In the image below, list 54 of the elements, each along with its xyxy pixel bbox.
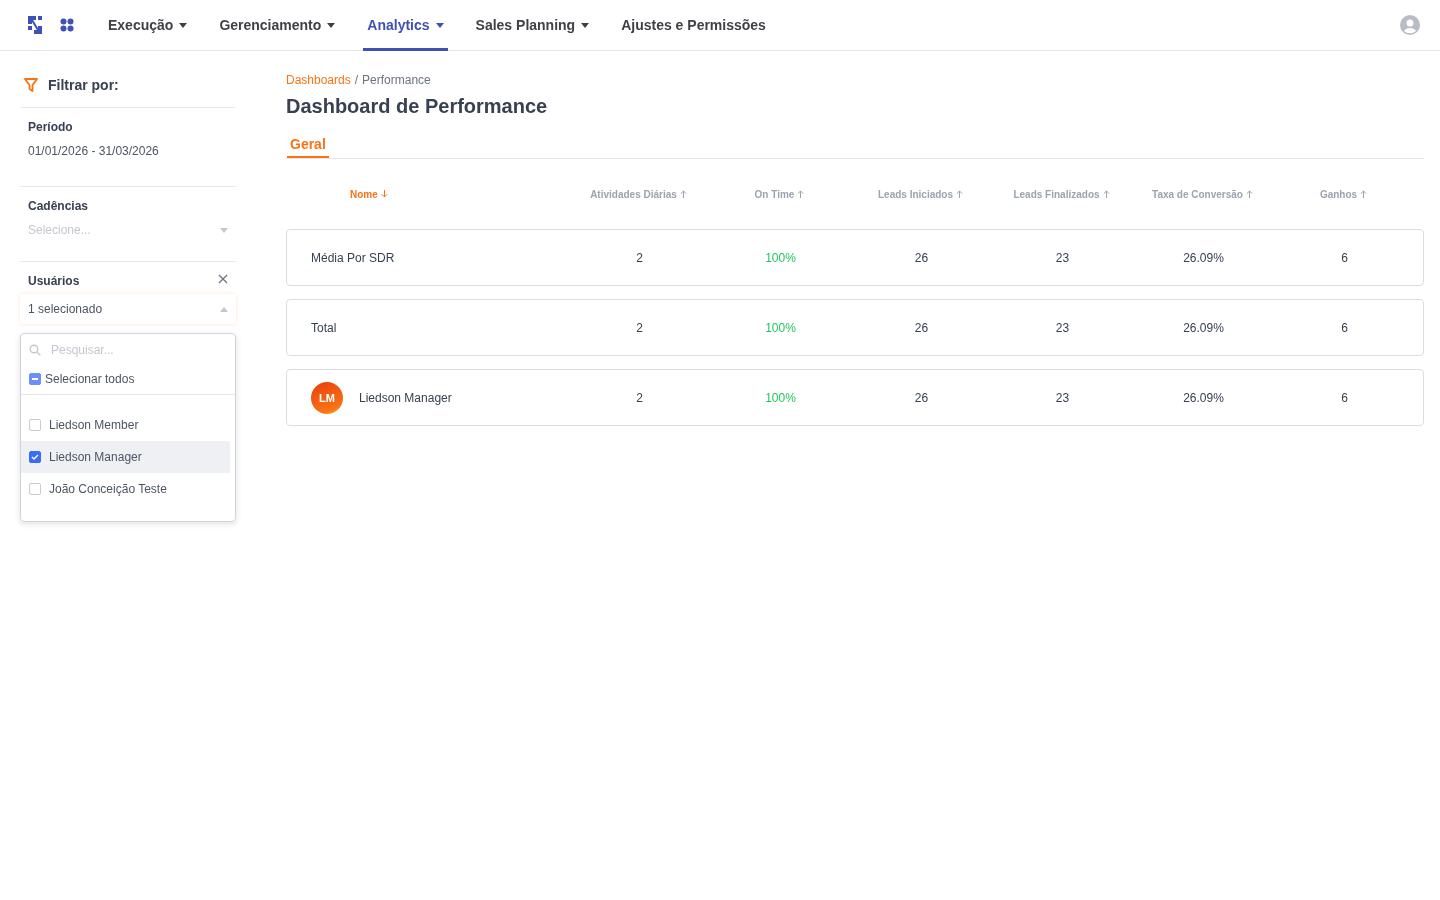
filter-icon <box>24 78 38 92</box>
checkbox[interactable] <box>29 419 41 431</box>
search-icon <box>29 344 41 356</box>
table-cell-text: 6 <box>1340 250 1349 265</box>
table-cell-text: 23 <box>1054 320 1071 335</box>
table-cell-text: 100% <box>764 320 797 335</box>
table-cell-text: 23 <box>1054 390 1071 405</box>
checkbox[interactable] <box>29 483 41 495</box>
table-cell-text: 2 <box>635 320 644 335</box>
table-cell-text: 100% <box>764 390 797 405</box>
nav-menu-item[interactable]: Ajustes e Permissões <box>617 0 770 51</box>
date-range-field[interactable]: 01/01/2026 - 31/03/2026 <box>28 144 228 172</box>
nav-menu-item[interactable]: Execução <box>104 0 192 51</box>
filter-label: Período <box>28 120 74 134</box>
table-cell-text: 26.09% <box>1182 250 1225 265</box>
filter-label: Usuários <box>28 274 80 288</box>
user-avatar-icon <box>1400 15 1420 35</box>
filter-title: Filtrar por: <box>48 77 119 93</box>
checkbox[interactable] <box>29 451 41 463</box>
checkbox[interactable] <box>29 373 41 385</box>
user-option[interactable]: João Conceição Teste <box>21 473 230 505</box>
select-all-option[interactable]: Selecionar todos <box>21 366 235 395</box>
close-icon <box>218 274 228 284</box>
table-cell: Total <box>311 320 337 335</box>
users-select[interactable]: 1 selecionado <box>20 294 236 324</box>
table-cell-text: 2 <box>635 250 644 265</box>
table-cell: Média Por SDR <box>311 250 395 265</box>
caret-down-icon <box>220 227 228 233</box>
logo-icon <box>26 14 44 36</box>
search-field[interactable]: Pesquisar... <box>21 334 235 366</box>
user-option[interactable]: Liedson Manager <box>21 441 230 473</box>
filter-label: Cadências <box>28 199 90 213</box>
table-cell-text: 26.09% <box>1182 390 1225 405</box>
table-cell-text: 100% <box>764 250 797 265</box>
table-cell-text: 26 <box>913 250 930 265</box>
table-cell-text: 2 <box>635 390 644 405</box>
breadcrumb-separator: / <box>354 73 359 87</box>
breadcrumb-item: Performance <box>362 73 431 87</box>
page-title: Dashboard de Performance <box>286 95 549 118</box>
avatar-badge: LM <box>311 381 343 414</box>
table-cell-text: 23 <box>1054 250 1071 265</box>
caret-up-icon <box>220 306 228 312</box>
table-cell-text: 26 <box>913 390 930 405</box>
apps-grid-icon <box>60 18 74 32</box>
table-cell-text: 6 <box>1340 320 1349 335</box>
table-cell-text: 26.09% <box>1182 320 1225 335</box>
check-icon <box>31 454 39 460</box>
nav-menu-item[interactable]: Gerenciamento <box>215 0 340 51</box>
table-cell: Liedson Manager <box>359 390 452 405</box>
user-option[interactable]: Liedson Member <box>21 409 230 441</box>
nav-menu-item[interactable]: Sales Planning <box>471 0 594 51</box>
table-cell-text: 6 <box>1340 390 1349 405</box>
nav-menu-item[interactable]: Analytics <box>363 0 448 51</box>
table-cell-text: 26 <box>913 320 930 335</box>
